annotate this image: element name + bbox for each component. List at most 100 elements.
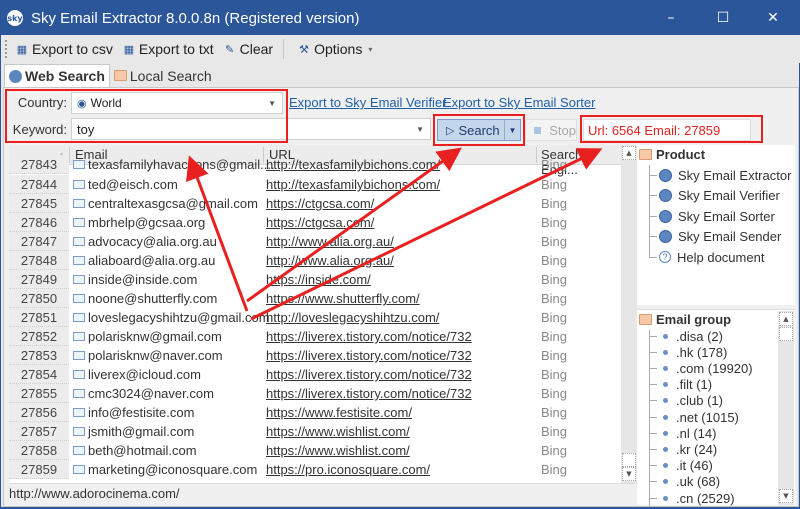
- row-email[interactable]: centraltexasgcsa@gmail.com: [73, 194, 258, 213]
- product-item[interactable]: Sky Email Verifier: [649, 186, 780, 206]
- scroll-up-icon[interactable]: ▲: [779, 312, 793, 326]
- row-email[interactable]: polarisknw@naver.com: [73, 346, 223, 365]
- email-group-item[interactable]: .hk (178): [649, 344, 727, 360]
- tree-connector: [649, 465, 657, 467]
- email-text: centraltexasgcsa@gmail.com: [88, 196, 258, 211]
- row-url-link[interactable]: https://www.wishlist.com/: [266, 422, 410, 441]
- email-group-item[interactable]: .com (19920): [649, 360, 753, 376]
- table-row[interactable]: 27855 cmc3024@naver.com https://liverex.ti…: [9, 384, 621, 403]
- row-url-link[interactable]: https://pro.iconosquare.com/: [266, 460, 430, 479]
- table-row[interactable]: 27859 marketing@iconosquare.com https://pr…: [9, 460, 621, 479]
- toolbar-grip[interactable]: [5, 40, 8, 58]
- row-url-link[interactable]: https://www.wishlist.com/: [266, 441, 410, 460]
- table-row[interactable]: 27854 liverex@icloud.com https://liverex.t…: [9, 365, 621, 384]
- close-button[interactable]: ✕: [751, 1, 795, 35]
- table-scrollbar[interactable]: ▲ ▼: [621, 145, 637, 483]
- row-email[interactable]: ted@eisch.com: [73, 175, 178, 194]
- row-url-link[interactable]: http://texasfamilybichons.com/: [266, 155, 440, 174]
- table-row[interactable]: 27850 noone@shutterfly.com https://www.shu…: [9, 289, 621, 308]
- row-url-link[interactable]: http://texasfamilybichons.com/: [266, 175, 440, 194]
- envelope-icon: [73, 313, 85, 322]
- row-email[interactable]: marketing@iconosquare.com: [73, 460, 257, 479]
- row-url-link[interactable]: https://liverex.tistory.com/notice/732: [266, 327, 472, 346]
- email-group-item[interactable]: .kr (24): [649, 441, 717, 457]
- scroll-thumb[interactable]: [779, 327, 793, 341]
- email-group-item[interactable]: .filt (1): [649, 377, 712, 393]
- row-url-link[interactable]: https://ctgcsa.com/: [266, 194, 374, 213]
- table-row[interactable]: 27845 centraltexasgcsa@gmail.com https://c…: [9, 194, 621, 213]
- product-item[interactable]: ? Help document: [649, 247, 764, 267]
- row-email[interactable]: noone@shutterfly.com: [73, 289, 217, 308]
- row-email[interactable]: texasfamilyhavachons@gmail....: [73, 155, 275, 174]
- row-url-link[interactable]: https://liverex.tistory.com/notice/732: [266, 346, 472, 365]
- row-email[interactable]: polarisknw@gmail.com: [73, 327, 222, 346]
- row-email[interactable]: advocacy@alia.org.au: [73, 232, 217, 251]
- email-group-item[interactable]: .uk (68): [649, 474, 720, 490]
- row-search-engine: Bing: [541, 443, 568, 458]
- table-row[interactable]: 27851 loveslegacyshihtzu@gmail.com http://…: [9, 308, 621, 327]
- export-csv-button[interactable]: ▦ Export to csv: [13, 38, 115, 60]
- tab-local-search[interactable]: Local Search: [110, 64, 216, 87]
- email-group-label: .filt (1): [676, 377, 713, 393]
- row-url-link[interactable]: http://www.alia.org.au/: [266, 232, 394, 251]
- email-group-item[interactable]: .cn (2529): [649, 490, 735, 506]
- row-url-link[interactable]: https://ctgcsa.com/: [266, 213, 374, 232]
- row-email[interactable]: inside@inside.com: [73, 270, 197, 289]
- product-item[interactable]: Sky Email Sender: [649, 227, 781, 247]
- table-row[interactable]: 27849 inside@inside.com https://inside.com…: [9, 270, 621, 289]
- email-group-item[interactable]: .disa (2): [649, 328, 723, 344]
- email-group-scrollbar[interactable]: ▲ ▼: [778, 311, 794, 505]
- export-sorter-link[interactable]: Export to Sky Email Sorter: [443, 95, 595, 110]
- email-group-label: .com (19920): [676, 360, 753, 376]
- row-url-link[interactable]: https://liverex.tistory.com/notice/732: [266, 384, 472, 403]
- table-row[interactable]: 27856 info@festisite.com https://www.festi…: [9, 403, 621, 422]
- row-email[interactable]: cmc3024@naver.com: [73, 384, 214, 403]
- row-url-link[interactable]: https://liverex.tistory.com/notice/732: [266, 365, 472, 384]
- envelope-icon: [73, 427, 85, 436]
- tab-web-search[interactable]: Web Search: [4, 64, 110, 87]
- row-email[interactable]: beth@hotmail.com: [73, 441, 197, 460]
- table-row-partial[interactable]: 27843 texasfamilyhavachons@gmail.... http:…: [9, 155, 621, 174]
- export-verifier-link[interactable]: Export to Sky Email Verifier: [289, 95, 447, 110]
- email-group-item[interactable]: .club (1): [649, 393, 723, 409]
- minimize-button[interactable]: –: [649, 1, 693, 35]
- scroll-thumb[interactable]: [622, 453, 636, 467]
- row-email[interactable]: jsmith@gmail.com: [73, 422, 194, 441]
- stop-label: Stop: [549, 122, 576, 138]
- row-url-link[interactable]: https://www.festisite.com/: [266, 403, 412, 422]
- table-row[interactable]: 27857 jsmith@gmail.com https://www.wishlis…: [9, 422, 621, 441]
- table-row[interactable]: 27848 aliaboard@alia.org.au http://www.ali…: [9, 251, 621, 270]
- email-group-item[interactable]: .net (1015): [649, 409, 739, 425]
- row-url-link[interactable]: https://inside.com/: [266, 270, 371, 289]
- options-button[interactable]: ⚒ Options ▾: [295, 38, 374, 60]
- email-group-item[interactable]: .nl (14): [649, 425, 716, 441]
- maximize-button[interactable]: ☐: [701, 1, 745, 35]
- row-url-link[interactable]: http://www.alia.org.au/: [266, 251, 394, 270]
- row-email[interactable]: aliaboard@alia.org.au: [73, 251, 215, 270]
- row-email[interactable]: loveslegacyshihtzu@gmail.com: [73, 308, 270, 327]
- email-group-item[interactable]: .it (46): [649, 458, 713, 474]
- annotation-box-search-button: [433, 114, 525, 146]
- scroll-down-icon[interactable]: ▼: [622, 467, 636, 481]
- table-row[interactable]: 27846 mbrhelp@gcsaa.org https://ctgcsa.com…: [9, 213, 621, 232]
- table-row[interactable]: 27858 beth@hotmail.com https://www.wishlis…: [9, 441, 621, 460]
- bullet-icon: [663, 463, 668, 469]
- table-row[interactable]: 27853 polarisknw@naver.com https://liverex…: [9, 346, 621, 365]
- row-email[interactable]: liverex@icloud.com: [73, 365, 201, 384]
- annotation-box-status: [580, 115, 763, 143]
- table-row[interactable]: 27852 polarisknw@gmail.com https://liverex…: [9, 327, 621, 346]
- clear-button[interactable]: ✎ Clear: [221, 38, 275, 60]
- export-txt-button[interactable]: ▦ Export to txt: [120, 38, 216, 60]
- stop-button[interactable]: Stop: [525, 119, 577, 141]
- table-row[interactable]: 27844 ted@eisch.com http://texasfamilybich…: [9, 175, 621, 194]
- row-url-link[interactable]: https://www.shutterfly.com/: [266, 289, 420, 308]
- scroll-up-icon[interactable]: ▲: [622, 146, 636, 160]
- row-url-link[interactable]: http://loveslegacyshihtzu.com/: [266, 308, 439, 327]
- scroll-down-icon[interactable]: ▼: [779, 489, 793, 503]
- bullet-icon: [663, 398, 668, 404]
- row-email[interactable]: mbrhelp@gcsaa.org: [73, 213, 205, 232]
- row-email[interactable]: info@festisite.com: [73, 403, 194, 422]
- product-item[interactable]: Sky Email Extractor: [649, 165, 791, 185]
- product-item[interactable]: Sky Email Sorter: [649, 206, 775, 226]
- table-row[interactable]: 27847 advocacy@alia.org.au http://www.alia…: [9, 232, 621, 251]
